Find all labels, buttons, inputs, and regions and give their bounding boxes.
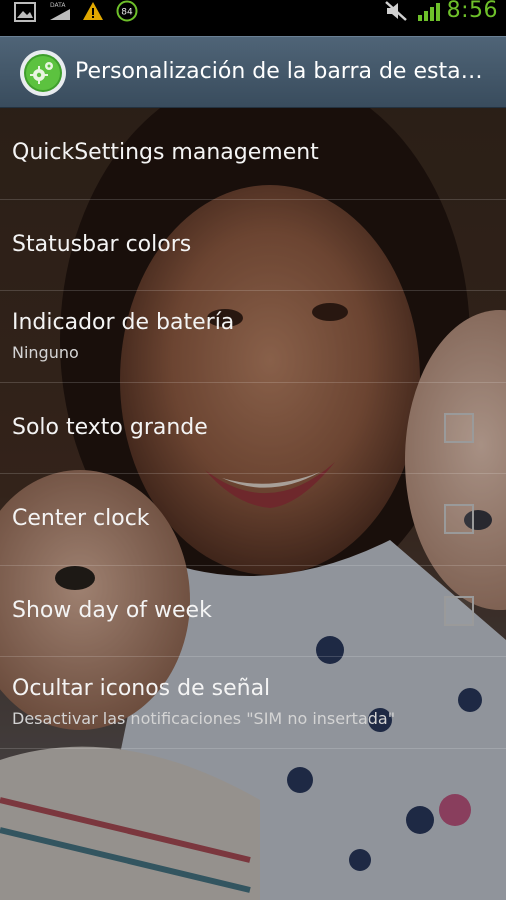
- data-icon: DATA: [48, 0, 72, 24]
- battery-icon: 84: [115, 0, 139, 24]
- image-icon: [14, 2, 36, 26]
- large-text-checkbox[interactable]: [444, 412, 474, 443]
- battery-level-text: 84: [121, 8, 133, 18]
- svg-text:DATA: DATA: [50, 2, 66, 9]
- pref-statusbar-colors[interactable]: Statusbar colors: [0, 200, 506, 291]
- page-title: Personalización de la barra de esta…: [75, 59, 483, 84]
- pref-center-clock[interactable]: Center clock: [0, 474, 506, 566]
- pref-title: Center clock: [12, 506, 150, 531]
- action-bar: Personalización de la barra de esta…: [0, 36, 506, 108]
- signal-icon: [416, 0, 442, 24]
- pref-title: Ocultar iconos de señal: [12, 676, 271, 701]
- gear-icon[interactable]: [19, 49, 67, 97]
- pref-title: Show day of week: [12, 597, 212, 623]
- pref-summary: Desactivar las notificaciones "SIM no in…: [12, 709, 396, 728]
- pref-title: Solo texto grande: [12, 414, 208, 440]
- pref-hide-signal-icons[interactable]: Ocultar iconos de señal Desactivar las n…: [0, 657, 506, 749]
- status-bar: DATA 84 8:56: [0, 0, 506, 36]
- mute-icon: [384, 0, 408, 24]
- pref-title: Indicador de batería: [12, 310, 235, 335]
- preference-list: QuickSettings management Statusbar color…: [0, 108, 506, 749]
- day-of-week-checkbox[interactable]: [444, 595, 474, 626]
- pref-quicksettings-management[interactable]: QuickSettings management: [0, 108, 506, 200]
- pref-title: QuickSettings management: [12, 140, 319, 165]
- status-clock: 8:56: [446, 0, 498, 23]
- pref-title: Statusbar colors: [12, 231, 192, 257]
- pref-large-text-only[interactable]: Solo texto grande: [0, 383, 506, 474]
- pref-summary: Ninguno: [12, 343, 79, 362]
- pref-battery-indicator[interactable]: Indicador de batería Ninguno: [0, 291, 506, 383]
- warning-icon: [82, 1, 104, 25]
- center-clock-checkbox[interactable]: [444, 504, 474, 534]
- pref-show-day-of-week[interactable]: Show day of week: [0, 566, 506, 657]
